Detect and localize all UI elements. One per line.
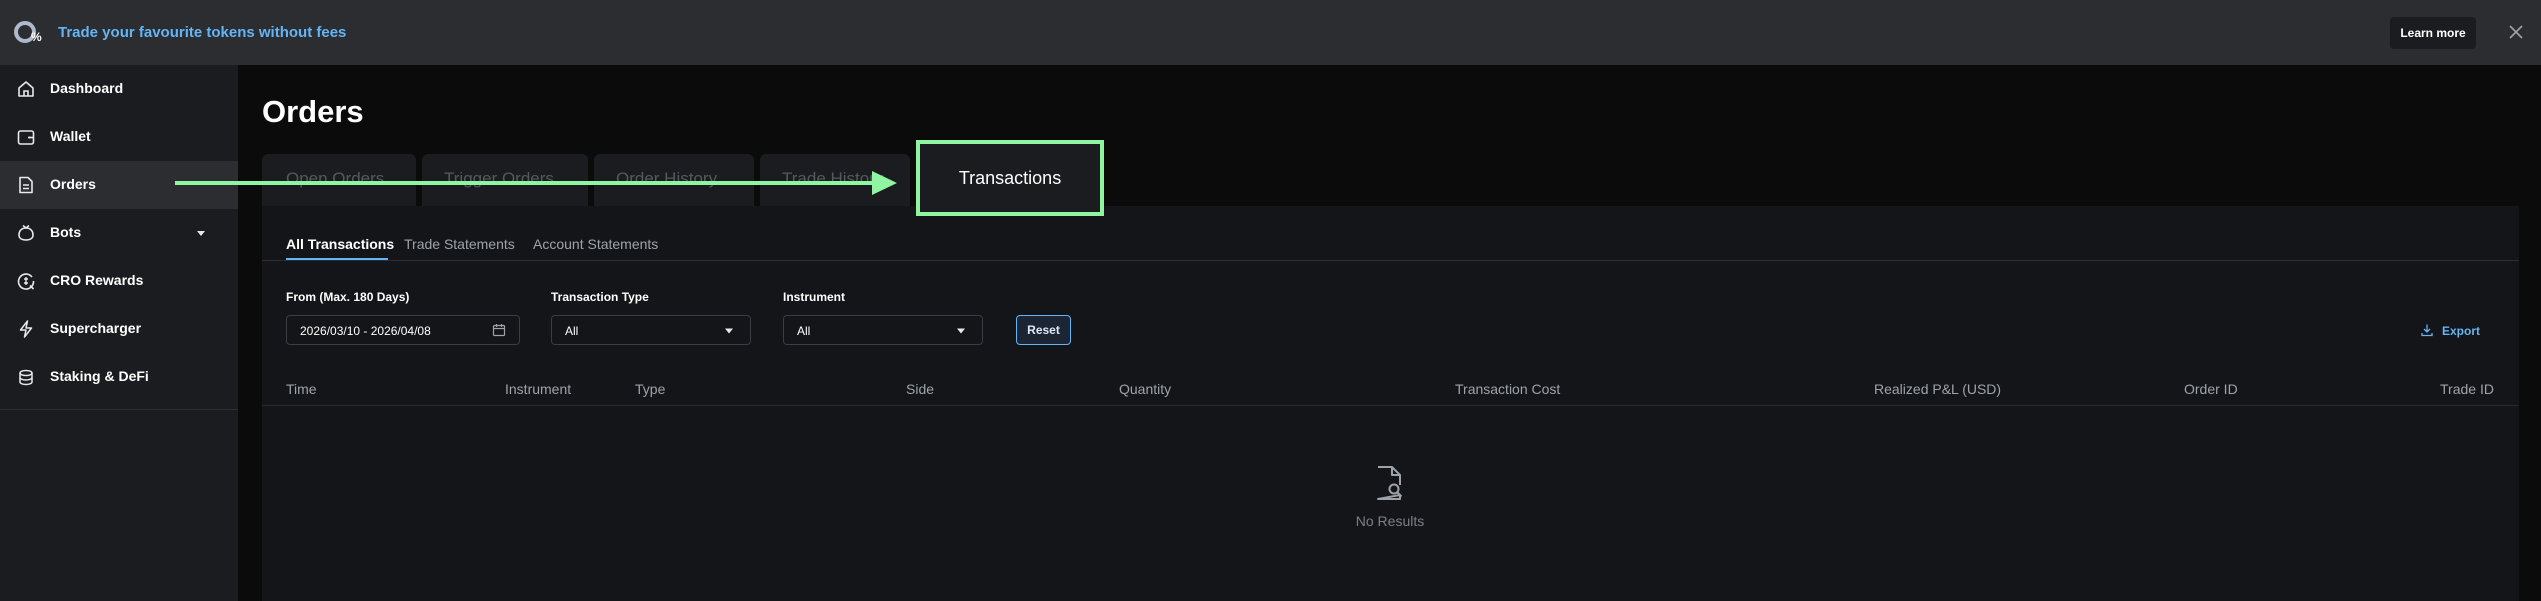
export-button[interactable]: Export xyxy=(2420,322,2510,340)
rewards-icon xyxy=(17,273,35,290)
column-header-realized-pnl[interactable]: Realized P&L (USD) xyxy=(1874,381,2001,397)
caret-down-icon[interactable] xyxy=(196,228,206,238)
sidebar-item-cro-rewards[interactable]: CRO Rewards xyxy=(0,257,238,305)
column-header-transaction-cost[interactable]: Transaction Cost xyxy=(1455,381,1560,397)
sidebar-divider xyxy=(0,409,238,410)
subtab-active-indicator xyxy=(286,258,388,260)
subtab-trade-statements[interactable]: Trade Statements xyxy=(404,236,515,252)
learn-more-button[interactable]: Learn more xyxy=(2390,17,2476,49)
zero-fee-logo-icon: % xyxy=(14,21,42,44)
banner-message: Trade your favourite tokens without fees xyxy=(58,24,347,41)
instrument-value: All xyxy=(797,324,811,338)
instrument-label: Instrument xyxy=(783,290,846,304)
sidebar: Dashboard Wallet Orders Bots CRO Rewards… xyxy=(0,65,238,601)
sidebar-item-label: CRO Rewards xyxy=(50,272,144,288)
table-header-divider xyxy=(262,405,2519,406)
document-icon xyxy=(19,176,33,194)
column-header-trade-id[interactable]: Trade ID xyxy=(2440,381,2494,397)
transaction-type-select[interactable]: All xyxy=(551,315,751,345)
column-header-type[interactable]: Type xyxy=(635,381,665,397)
transaction-type-label: Transaction Type xyxy=(551,290,649,304)
transaction-type-value: All xyxy=(565,324,579,338)
subtab-all-transactions[interactable]: All Transactions xyxy=(286,236,394,252)
sidebar-item-staking-defi[interactable]: Staking & DeFi xyxy=(0,353,238,401)
subtab-divider xyxy=(262,260,2519,261)
sidebar-item-wallet[interactable]: Wallet xyxy=(0,113,238,161)
transactions-panel xyxy=(262,206,2519,601)
date-range-value: 2026/03/10 - 2026/04/08 xyxy=(300,324,431,338)
home-icon xyxy=(18,81,34,97)
column-header-order-id[interactable]: Order ID xyxy=(2184,381,2238,397)
column-header-side[interactable]: Side xyxy=(906,381,934,397)
svg-text:%: % xyxy=(31,30,42,44)
date-range-label: From (Max. 180 Days) xyxy=(286,290,410,304)
tab-transactions[interactable]: Transactions xyxy=(916,140,1104,216)
wallet-icon xyxy=(17,130,35,145)
empty-state-text: No Results xyxy=(1355,513,1425,529)
date-range-picker[interactable]: 2026/03/10 - 2026/04/08 xyxy=(286,315,520,345)
column-header-quantity[interactable]: Quantity xyxy=(1119,381,1171,397)
download-icon xyxy=(2421,324,2433,337)
subtab-account-statements[interactable]: Account Statements xyxy=(533,236,658,252)
close-icon[interactable] xyxy=(2506,22,2526,42)
annotation-arrow-icon xyxy=(175,171,897,195)
no-results-icon xyxy=(1377,466,1403,500)
coins-stack-icon xyxy=(19,369,33,386)
caret-down-icon xyxy=(957,328,965,334)
lightning-icon xyxy=(19,320,33,338)
column-header-time[interactable]: Time xyxy=(286,381,317,397)
sidebar-item-label: Wallet xyxy=(50,128,91,144)
caret-down-icon xyxy=(725,328,733,334)
reset-button[interactable]: Reset xyxy=(1016,315,1071,345)
sidebar-item-dashboard[interactable]: Dashboard xyxy=(0,65,238,113)
sidebar-item-bots[interactable]: Bots xyxy=(0,209,238,257)
page-title: Orders xyxy=(262,94,364,129)
bot-icon xyxy=(18,224,34,241)
calendar-icon xyxy=(492,324,506,337)
column-header-instrument[interactable]: Instrument xyxy=(505,381,571,397)
instrument-select[interactable]: All xyxy=(783,315,983,345)
tab-label: Transactions xyxy=(958,168,1062,188)
sidebar-item-label: Orders xyxy=(50,176,96,192)
sidebar-item-supercharger[interactable]: Supercharger xyxy=(0,305,238,353)
export-label: Export xyxy=(2442,324,2481,338)
sidebar-item-label: Staking & DeFi xyxy=(50,368,149,384)
promo-banner: % Trade your favourite tokens without fe… xyxy=(0,0,2541,65)
sidebar-item-label: Bots xyxy=(50,224,82,240)
sidebar-item-label: Dashboard xyxy=(50,80,124,96)
sidebar-item-label: Supercharger xyxy=(50,320,142,336)
